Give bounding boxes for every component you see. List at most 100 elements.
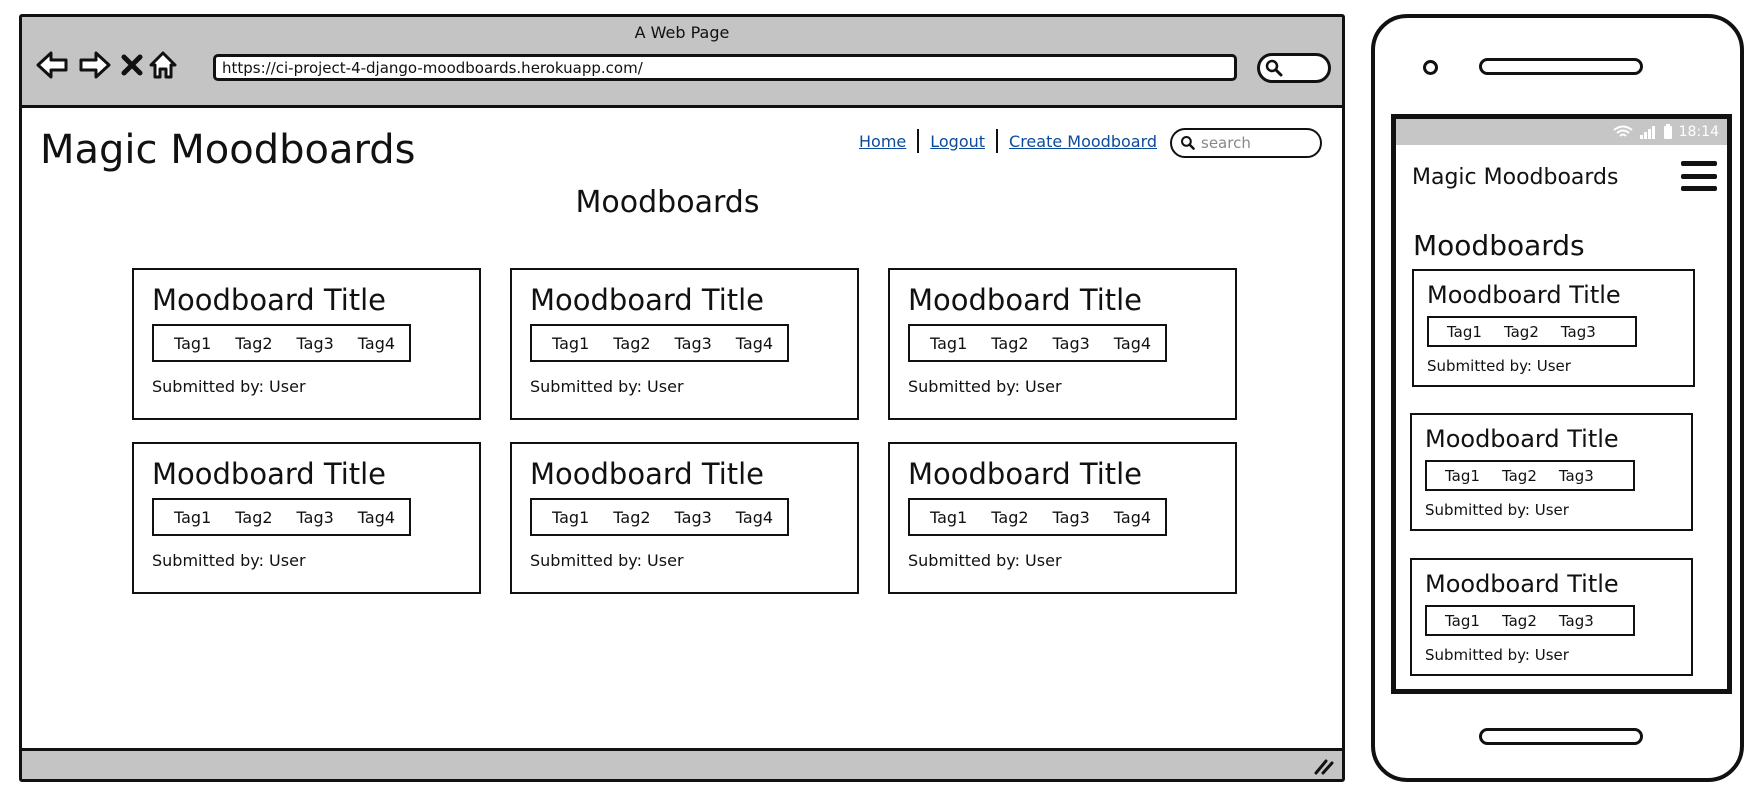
back-icon[interactable] <box>32 45 72 85</box>
search-input[interactable] <box>1201 134 1311 152</box>
browser-window: A Web Page Magic Moodboards Home Logout … <box>19 14 1345 782</box>
mobile-moodboard-card[interactable]: Moodboard Title Tag1 Tag2 Tag3 Submitted… <box>1410 558 1693 676</box>
moodboard-card[interactable]: Moodboard Title Tag1 Tag2 Tag3 Tag4 Subm… <box>888 442 1237 594</box>
window-title: A Web Page <box>634 23 730 42</box>
tag[interactable]: Tag4 <box>736 334 773 353</box>
mobile-moodboard-card[interactable]: Moodboard Title Tag1 Tag2 Tag3 Submitted… <box>1412 269 1695 387</box>
card-submitted-by: Submitted by: User <box>908 551 1062 570</box>
nav-link-home[interactable]: Home <box>859 132 906 151</box>
card-title[interactable]: Moodboard Title <box>1427 281 1621 309</box>
forward-icon[interactable] <box>75 45 115 85</box>
tag[interactable]: Tag3 <box>1053 508 1090 527</box>
nav-link-logout[interactable]: Logout <box>930 132 985 151</box>
tag[interactable]: Tag2 <box>1502 467 1537 485</box>
tag[interactable]: Tag2 <box>613 508 650 527</box>
tag[interactable]: Tag4 <box>736 508 773 527</box>
moodboard-card[interactable]: Moodboard Title Tag1 Tag2 Tag3 Tag4 Subm… <box>510 268 859 420</box>
tag[interactable]: Tag1 <box>174 508 211 527</box>
card-submitted-by: Submitted by: User <box>908 377 1062 396</box>
card-title[interactable]: Moodboard Title <box>908 283 1142 317</box>
tag[interactable]: Tag3 <box>297 508 334 527</box>
tag[interactable]: Tag2 <box>235 508 272 527</box>
browser-status-bar <box>22 748 1342 779</box>
phone-home-button[interactable] <box>1479 728 1643 745</box>
tag[interactable]: Tag1 <box>1445 467 1480 485</box>
tag[interactable]: Tag2 <box>1502 612 1537 630</box>
card-title[interactable]: Moodboard Title <box>1425 570 1619 598</box>
tag[interactable]: Tag4 <box>1114 508 1151 527</box>
nav-link-create-moodboard[interactable]: Create Moodboard <box>1009 132 1157 151</box>
tag[interactable]: Tag4 <box>358 334 395 353</box>
battery-icon <box>1663 124 1672 139</box>
phone-frame: 18:14 Magic Moodboards Moodboards Moodbo… <box>1371 14 1744 782</box>
tag[interactable]: Tag3 <box>1053 334 1090 353</box>
tag[interactable]: Tag1 <box>552 334 589 353</box>
tag[interactable]: Tag4 <box>1114 334 1151 353</box>
tag-list: Tag1 Tag2 Tag3 <box>1425 460 1635 491</box>
resize-grip-icon[interactable] <box>1312 757 1334 775</box>
page-heading: Moodboards <box>575 185 760 220</box>
tag[interactable]: Tag3 <box>1559 467 1594 485</box>
card-title[interactable]: Moodboard Title <box>1425 425 1619 453</box>
search-icon <box>1265 59 1283 77</box>
home-icon[interactable] <box>143 45 183 85</box>
moodboard-card[interactable]: Moodboard Title Tag1 Tag2 Tag3 Tag4 Subm… <box>132 442 481 594</box>
main-nav: Home Logout Create Moodboard <box>859 129 1157 153</box>
tag[interactable]: Tag2 <box>235 334 272 353</box>
card-submitted-by: Submitted by: User <box>1427 357 1571 375</box>
moodboard-card[interactable]: Moodboard Title Tag1 Tag2 Tag3 Tag4 Subm… <box>888 268 1237 420</box>
tag[interactable]: Tag2 <box>613 334 650 353</box>
card-submitted-by: Submitted by: User <box>530 377 684 396</box>
tag[interactable]: Tag4 <box>358 508 395 527</box>
card-title[interactable]: Moodboard Title <box>530 457 764 491</box>
tag[interactable]: Tag1 <box>1445 612 1480 630</box>
signal-icon <box>1639 126 1655 139</box>
nav-divider <box>917 129 920 153</box>
tag[interactable]: Tag2 <box>1504 323 1539 341</box>
tag[interactable]: Tag3 <box>1559 612 1594 630</box>
phone-screen: 18:14 Magic Moodboards Moodboards Moodbo… <box>1391 114 1732 694</box>
mobile-moodboard-card[interactable]: Moodboard Title Tag1 Tag2 Tag3 Submitted… <box>1410 413 1693 531</box>
card-title[interactable]: Moodboard Title <box>908 457 1142 491</box>
tag[interactable]: Tag1 <box>930 508 967 527</box>
tag-list: Tag1 Tag2 Tag3 <box>1425 605 1635 636</box>
tag-list: Tag1 Tag2 Tag3 Tag4 <box>152 324 411 362</box>
card-submitted-by: Submitted by: User <box>1425 646 1569 664</box>
tag-list: Tag1 Tag2 Tag3 Tag4 <box>530 324 789 362</box>
nav-divider <box>996 129 999 153</box>
tag[interactable]: Tag1 <box>1447 323 1482 341</box>
card-title[interactable]: Moodboard Title <box>530 283 764 317</box>
mobile-site-title[interactable]: Magic Moodboards <box>1412 165 1619 190</box>
browser-search-button[interactable] <box>1257 53 1331 83</box>
speaker-icon <box>1479 58 1643 75</box>
moodboard-card[interactable]: Moodboard Title Tag1 Tag2 Tag3 Tag4 Subm… <box>132 268 481 420</box>
card-title[interactable]: Moodboard Title <box>152 283 386 317</box>
hamburger-menu-icon[interactable] <box>1681 161 1717 191</box>
tag-list: Tag1 Tag2 Tag3 Tag4 <box>530 498 789 536</box>
search-icon <box>1181 136 1195 150</box>
tag-list: Tag1 Tag2 Tag3 Tag4 <box>908 498 1167 536</box>
tag[interactable]: Tag3 <box>675 334 712 353</box>
site-title[interactable]: Magic Moodboards <box>40 127 415 173</box>
tag[interactable]: Tag1 <box>930 334 967 353</box>
card-submitted-by: Submitted by: User <box>1425 501 1569 519</box>
tag[interactable]: Tag3 <box>675 508 712 527</box>
tag-list: Tag1 Tag2 Tag3 <box>1427 316 1637 347</box>
wifi-icon <box>1613 125 1633 137</box>
phone-status-bar: 18:14 <box>1396 119 1727 145</box>
camera-icon <box>1423 60 1438 75</box>
browser-toolbar: A Web Page <box>22 17 1342 108</box>
site-search-box[interactable] <box>1170 128 1322 158</box>
card-title[interactable]: Moodboard Title <box>152 457 386 491</box>
moodboard-card[interactable]: Moodboard Title Tag1 Tag2 Tag3 Tag4 Subm… <box>510 442 859 594</box>
tag[interactable]: Tag2 <box>991 334 1028 353</box>
tag[interactable]: Tag1 <box>552 508 589 527</box>
tag[interactable]: Tag3 <box>297 334 334 353</box>
tag[interactable]: Tag3 <box>1561 323 1596 341</box>
url-input[interactable] <box>213 54 1237 81</box>
tag[interactable]: Tag2 <box>991 508 1028 527</box>
tag-list: Tag1 Tag2 Tag3 Tag4 <box>908 324 1167 362</box>
tag[interactable]: Tag1 <box>174 334 211 353</box>
card-submitted-by: Submitted by: User <box>530 551 684 570</box>
mobile-page-heading: Moodboards <box>1413 229 1585 262</box>
